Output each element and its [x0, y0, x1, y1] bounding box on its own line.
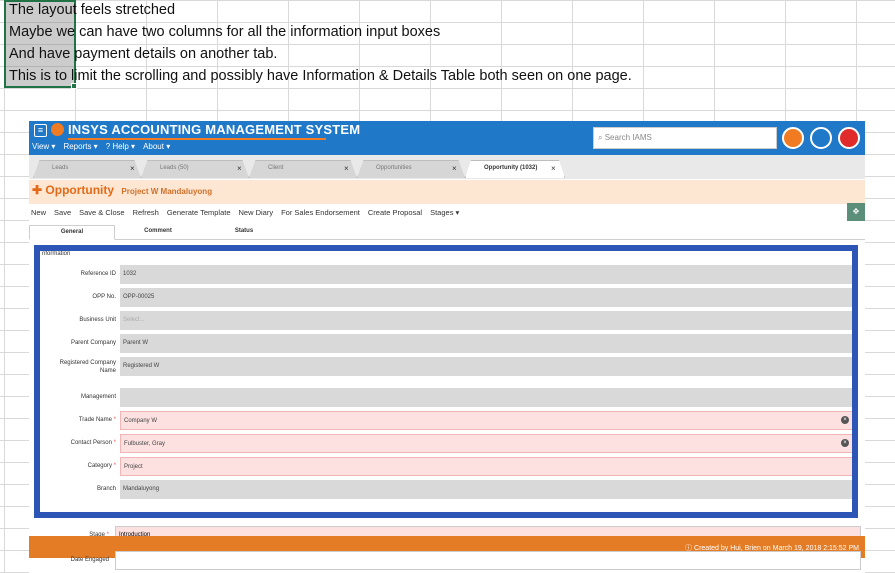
- logo-icon: [51, 123, 64, 136]
- note-line-1[interactable]: The layout feels stretched: [9, 0, 175, 22]
- contact-person-field[interactable]: Fulbuster, Gray ×: [120, 434, 852, 453]
- close-icon[interactable]: ×: [344, 164, 349, 173]
- note-line-3[interactable]: And have payment details on another tab.: [9, 44, 277, 66]
- search-icon: ⌕: [598, 133, 603, 142]
- field-label: Date Engaged: [70, 557, 109, 563]
- clear-icon[interactable]: ×: [841, 439, 849, 447]
- save-close-button[interactable]: Save & Close: [79, 208, 124, 217]
- field-value: Fulbuster, Gray: [124, 441, 166, 447]
- reference-id-field[interactable]: 1032: [120, 265, 852, 284]
- information-form-highlight: nformation Reference ID 1032 OPP No. OPP…: [34, 245, 858, 518]
- branch-field[interactable]: Mandaluyong: [120, 480, 852, 499]
- label-text: Contact Person: [70, 440, 112, 446]
- management-field[interactable]: [120, 388, 852, 407]
- tab-comment[interactable]: Comment: [115, 225, 201, 240]
- title-underline: [68, 138, 326, 140]
- tab-opportunities[interactable]: Opportunities: [357, 160, 465, 178]
- create-proposal-button[interactable]: Create Proposal: [368, 208, 422, 217]
- tab-general[interactable]: General: [29, 225, 115, 240]
- tab-leads[interactable]: Leads: [33, 160, 141, 178]
- label-text: Category: [87, 463, 112, 469]
- tab-leads-50[interactable]: Leads (50): [141, 160, 249, 178]
- form-row: Contact Person * Fulbuster, Gray ×: [40, 434, 852, 453]
- section-label: nformation: [42, 251, 71, 257]
- field-label: Management: [80, 394, 116, 400]
- required-marker: *: [111, 417, 116, 423]
- menu-reports[interactable]: Reports ▾: [63, 142, 97, 151]
- form-row: Branch Mandaluyong: [40, 480, 852, 499]
- tab-status[interactable]: Status: [201, 225, 287, 240]
- field-label: Branch: [96, 486, 116, 492]
- form-row: Category * Project: [40, 457, 852, 476]
- form-row: Parent Company Parent W: [40, 334, 852, 353]
- page-title-text: Opportunity: [45, 183, 115, 197]
- search-input[interactable]: ⌕ Search IAMS: [593, 127, 777, 149]
- note-line-4[interactable]: This is to limit the scrolling and possi…: [9, 66, 632, 88]
- page-subtitle: Project W Mandaluyong: [121, 187, 213, 196]
- app-title: INSYS ACCOUNTING MANAGEMENT SYSTEM: [68, 122, 361, 137]
- category-field[interactable]: Project: [120, 457, 852, 476]
- save-button[interactable]: Save: [54, 208, 71, 217]
- registered-company-field[interactable]: Registered W: [120, 357, 852, 376]
- embedded-app-screenshot: ≡ INSYS ACCOUNTING MANAGEMENT SYSTEM Vie…: [29, 121, 865, 573]
- field-label: Contact Person *: [46, 439, 116, 447]
- tab-opportunity-1032[interactable]: Opportunity (1032): [465, 160, 565, 178]
- new-diary-button[interactable]: New Diary: [239, 208, 274, 217]
- menu-help[interactable]: ? Help ▾: [106, 142, 135, 151]
- close-icon[interactable]: ×: [452, 164, 457, 173]
- generate-template-button[interactable]: Generate Template: [167, 208, 231, 217]
- form-row: Business Unit Select...: [40, 311, 852, 330]
- clock-icon[interactable]: [782, 127, 804, 149]
- field-label: Category *: [46, 462, 116, 470]
- refresh-button[interactable]: Refresh: [133, 208, 159, 217]
- parent-company-field[interactable]: Parent W: [120, 334, 852, 353]
- page-title: ✚ Opportunity Project W Mandaluyong: [32, 183, 212, 197]
- tab-client[interactable]: Client: [249, 160, 357, 178]
- close-icon[interactable]: ×: [237, 164, 242, 173]
- form-row: Management: [40, 388, 852, 407]
- tab-bar: Leads × Leads (50) × Client × Opportunit…: [29, 155, 865, 179]
- form-row: Registered Company Name Registered W: [40, 357, 852, 381]
- stages-dropdown[interactable]: Stages ▾: [430, 208, 459, 217]
- field-value: Company W: [124, 418, 158, 424]
- form-row: Date Engaged: [29, 551, 865, 571]
- clear-icon[interactable]: ×: [841, 416, 849, 424]
- menu-about[interactable]: About ▾: [143, 142, 170, 151]
- form-row: Trade Name * Company W ×: [40, 411, 852, 430]
- field-label: Parent Company: [70, 340, 116, 346]
- opportunity-icon: ✚: [32, 183, 43, 197]
- field-label: Trade Name *: [46, 416, 116, 424]
- hamburger-icon[interactable]: ≡: [34, 124, 47, 137]
- required-marker: *: [111, 463, 116, 469]
- user-icon[interactable]: [838, 127, 860, 149]
- new-button[interactable]: New: [31, 208, 46, 217]
- opp-no-field[interactable]: OPP-00025: [120, 288, 852, 307]
- settings-gear-icon[interactable]: ✥: [847, 203, 865, 221]
- list-icon[interactable]: [810, 127, 832, 149]
- label-text: Trade Name: [78, 417, 112, 423]
- required-marker: *: [111, 440, 116, 446]
- form-subtabs: General Comment Status: [29, 222, 865, 240]
- trade-name-field[interactable]: Company W ×: [120, 411, 852, 430]
- search-placeholder: Search IAMS: [604, 133, 652, 142]
- field-label: Reference ID: [80, 271, 116, 277]
- business-unit-select[interactable]: Select...: [120, 311, 852, 330]
- top-menu: View ▾ Reports ▾ ? Help ▾ About ▾: [32, 142, 170, 151]
- date-engaged-field[interactable]: [115, 551, 861, 570]
- field-label: Business Unit: [79, 317, 116, 323]
- field-label: OPP No.: [92, 294, 116, 300]
- form-row: Reference ID 1032: [40, 265, 852, 284]
- app-topbar: ≡ INSYS ACCOUNTING MANAGEMENT SYSTEM Vie…: [29, 121, 865, 155]
- form-row: OPP No. OPP-00025: [40, 288, 852, 307]
- close-icon[interactable]: ×: [130, 164, 135, 173]
- field-label: Registered Company Name: [59, 360, 116, 374]
- note-line-2[interactable]: Maybe we can have two columns for all th…: [9, 22, 440, 44]
- action-toolbar: New Save Save & Close Refresh Generate T…: [31, 208, 459, 217]
- menu-view[interactable]: View ▾: [32, 142, 55, 151]
- sales-endorsement-button[interactable]: For Sales Endorsement: [281, 208, 360, 217]
- close-icon[interactable]: ×: [551, 164, 556, 173]
